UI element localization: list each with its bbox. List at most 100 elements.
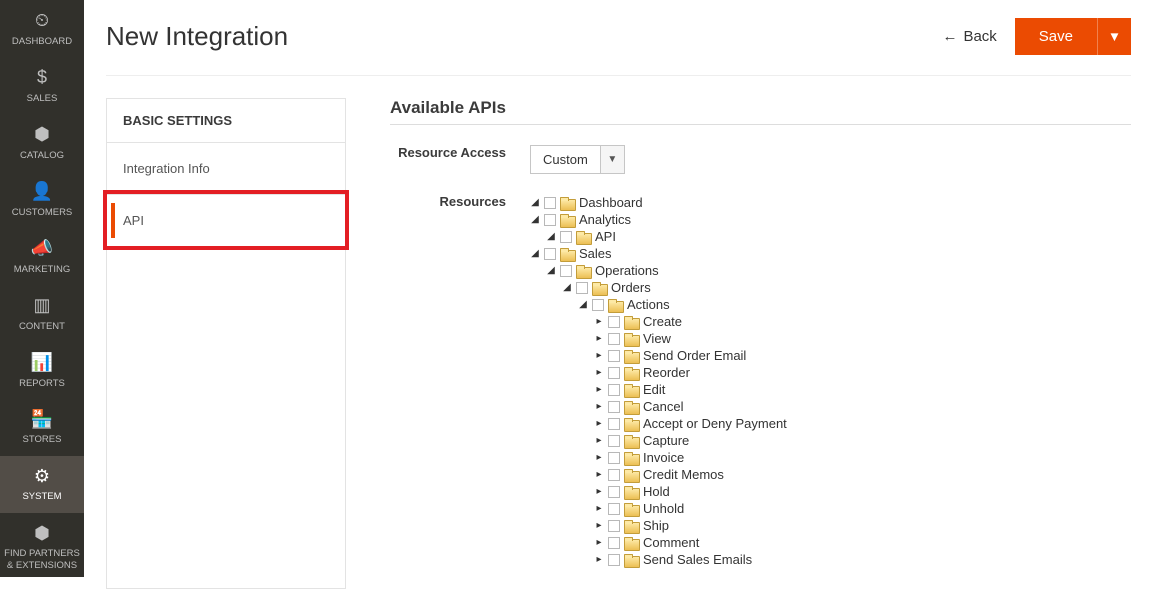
tree-checkbox[interactable] [608,350,620,362]
tree-checkbox[interactable] [608,401,620,413]
tree-node[interactable]: ◢Orders [562,280,787,296]
page-title: New Integration [106,21,288,52]
tree-node[interactable]: ◢Operations [546,263,787,279]
sidebar-item-sales[interactable]: $SALES [0,57,84,114]
sidebar-item-system[interactable]: ⚙SYSTEM [0,456,84,513]
tree-node[interactable]: ▸ Unhold [594,501,787,517]
tree-checkbox[interactable] [608,486,620,498]
tree-checkbox[interactable] [544,248,556,260]
tree-checkbox[interactable] [608,503,620,515]
sidebar-item-catalog[interactable]: ⬢CATALOG [0,114,84,171]
tree-checkbox[interactable] [592,299,604,311]
tree-checkbox[interactable] [608,554,620,566]
tree-node[interactable]: ▸Send Order Email [594,348,787,364]
tree-node[interactable]: ◢Analytics [530,212,787,228]
tree-node[interactable]: ▸Accept or Deny Payment [594,416,787,432]
tree-toggle-closed-icon[interactable]: ▸ [594,484,604,500]
tree-checkbox[interactable] [608,452,620,464]
settings-tab-api[interactable]: API [107,194,345,246]
tree-checkbox[interactable] [608,384,620,396]
tree-node[interactable]: ◢Dashboard [530,195,787,211]
tree-checkbox[interactable] [560,231,572,243]
tree-node[interactable]: ▸ Hold [594,484,787,500]
tree-toggle-closed-icon[interactable]: ▸ [594,535,604,551]
tree-toggle-closed-icon[interactable]: ▸ [594,348,604,364]
resource-access-select[interactable]: Custom ▼ [530,145,625,174]
tree-toggle-closed-icon[interactable]: ▸ [594,433,604,449]
tree-node[interactable]: ▸Reorder [594,365,787,381]
main-content: New Integration ← Back Save ▼ BASIC SETT… [84,0,1153,577]
tree-checkbox[interactable] [608,435,620,447]
available-apis-heading: Available APIs [390,98,1131,125]
sidebar-item-label: REPORTS [19,378,65,389]
sidebar-item-customers[interactable]: 👤CUSTOMERS [0,171,84,228]
tree-toggle-open-icon[interactable]: ◢ [530,246,540,262]
folder-icon [624,486,638,498]
tree-node[interactable]: ◢Actions [578,297,787,313]
tree-toggle-open-icon[interactable]: ◢ [546,263,556,279]
settings-tab-integration-info[interactable]: Integration Info [107,143,345,194]
tree-toggle-open-icon[interactable]: ◢ [578,297,588,313]
tree-toggle-closed-icon[interactable]: ▸ [594,331,604,347]
tree-node[interactable]: ▸Ship [594,518,787,534]
tree-node-label: Sales [579,246,612,262]
tree-toggle-open-icon[interactable]: ◢ [546,229,556,245]
tree-node[interactable]: ◢API [546,229,787,245]
tree-checkbox[interactable] [608,469,620,481]
sidebar-item-marketing[interactable]: 📣MARKETING [0,228,84,285]
tree-node-label: Credit Memos [643,467,724,483]
tree-node[interactable]: ▸ Credit Memos [594,467,787,483]
tree-node-label: Unhold [643,501,684,517]
tree-toggle-open-icon[interactable]: ◢ [562,280,572,296]
tree-node[interactable]: ▸Send Sales Emails [594,552,787,568]
tree-checkbox[interactable] [544,214,556,226]
tree-checkbox[interactable] [608,333,620,345]
system-icon: ⚙ [34,466,50,488]
tree-toggle-closed-icon[interactable]: ▸ [594,467,604,483]
tree-checkbox[interactable] [608,537,620,549]
tree-node[interactable]: ◢ Sales [530,246,787,262]
tree-checkbox[interactable] [608,520,620,532]
tree-node[interactable]: ▸Invoice [594,450,787,466]
tree-toggle-closed-icon[interactable]: ▸ [594,518,604,534]
tree-toggle-closed-icon[interactable]: ▸ [594,501,604,517]
tree-node[interactable]: ▸Edit [594,382,787,398]
tree-toggle-closed-icon[interactable]: ▸ [594,399,604,415]
tree-toggle-closed-icon[interactable]: ▸ [594,314,604,330]
admin-sidebar: ⏲DASHBOARD$SALES⬢CATALOG👤CUSTOMERS📣MARKE… [0,0,84,577]
folder-icon [624,435,638,447]
save-button[interactable]: Save [1015,18,1097,55]
tree-node[interactable]: ▸View [594,331,787,347]
sidebar-item-find-partners-extensions[interactable]: ⬢FIND PARTNERS & EXTENSIONS [0,513,84,581]
tree-node[interactable]: ▸Capture [594,433,787,449]
tree-toggle-closed-icon[interactable]: ▸ [594,416,604,432]
tree-toggle-open-icon[interactable]: ◢ [530,195,540,211]
back-button[interactable]: ← Back [942,28,996,45]
tree-checkbox[interactable] [608,418,620,430]
tree-node[interactable]: ▸Cancel [594,399,787,415]
folder-icon [576,265,590,277]
select-caret-icon: ▼ [601,145,625,174]
tree-checkbox[interactable] [576,282,588,294]
tree-node[interactable]: ▸ Create [594,314,787,330]
tree-node[interactable]: ▸Comment [594,535,787,551]
tree-toggle-closed-icon[interactable]: ▸ [594,552,604,568]
tree-toggle-open-icon[interactable]: ◢ [530,212,540,228]
sidebar-item-content[interactable]: ▥CONTENT [0,285,84,342]
tree-checkbox[interactable] [544,197,556,209]
tree-toggle-closed-icon[interactable]: ▸ [594,365,604,381]
sidebar-item-reports[interactable]: 📊REPORTS [0,342,84,399]
tree-toggle-closed-icon[interactable]: ▸ [594,450,604,466]
tree-checkbox[interactable] [608,367,620,379]
sidebar-item-dashboard[interactable]: ⏲DASHBOARD [0,0,84,57]
page-header: New Integration ← Back Save ▼ [106,18,1131,76]
tree-node-label: Create [643,314,682,330]
tree-node-label: Hold [643,484,670,500]
tree-children: ◢Actions▸Create▸View▸Send Order Email▸Re… [578,297,787,568]
sidebar-item-stores[interactable]: 🏪STORES [0,399,84,456]
sidebar-item-label: SALES [27,93,58,104]
tree-toggle-closed-icon[interactable]: ▸ [594,382,604,398]
save-dropdown-toggle[interactable]: ▼ [1097,18,1131,55]
tree-checkbox[interactable] [560,265,572,277]
tree-checkbox[interactable] [608,316,620,328]
